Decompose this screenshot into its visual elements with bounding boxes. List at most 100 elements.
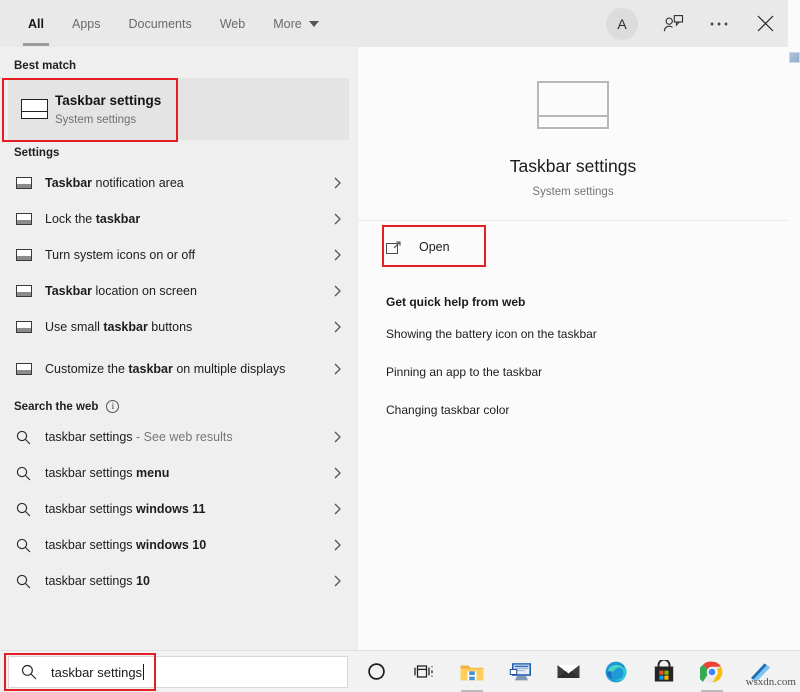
best-match-subtitle: System settings bbox=[55, 113, 161, 127]
list-item-label-bold: Taskbar bbox=[45, 176, 92, 190]
list-item-label: taskbar settings windows 10 bbox=[45, 537, 329, 554]
taskbar-icon bbox=[16, 363, 45, 375]
info-icon[interactable]: i bbox=[106, 400, 119, 413]
list-item-label-rest: Use small bbox=[45, 320, 103, 334]
chevron-right-icon[interactable] bbox=[329, 503, 345, 515]
chevron-right-icon[interactable] bbox=[329, 213, 345, 225]
list-item-label-rest: Customize the bbox=[45, 362, 128, 376]
open-button-label: Open bbox=[419, 240, 450, 254]
list-item[interactable]: Use small taskbar buttons bbox=[0, 309, 357, 345]
tab-apps-label: Apps bbox=[72, 17, 101, 31]
chevron-right-icon[interactable] bbox=[329, 467, 345, 479]
search-input[interactable]: taskbar settings bbox=[8, 656, 348, 688]
list-item-suffix-bold: windows 10 bbox=[136, 538, 206, 552]
preview-title: Taskbar settings bbox=[358, 155, 788, 177]
list-item-suffix: - See web results bbox=[133, 430, 233, 444]
quick-help-link[interactable]: Pinning an app to the taskbar bbox=[386, 364, 788, 380]
list-item-label-bold: Taskbar bbox=[45, 284, 92, 298]
info-icon-glyph: i bbox=[112, 402, 115, 411]
list-item-label-rest: location on screen bbox=[92, 284, 197, 298]
quick-help-link[interactable]: Changing taskbar color bbox=[386, 402, 788, 418]
list-item-label: taskbar settings - See web results bbox=[45, 429, 329, 446]
chevron-right-icon[interactable] bbox=[329, 321, 345, 333]
list-item-query: taskbar settings bbox=[45, 466, 136, 480]
list-item[interactable]: Taskbar location on screen bbox=[0, 273, 357, 309]
preview-actions: Open bbox=[358, 221, 788, 273]
list-item-label: Use small taskbar buttons bbox=[45, 319, 329, 336]
chevron-right-icon[interactable] bbox=[329, 285, 345, 297]
best-match-group-label: Best match bbox=[0, 53, 357, 78]
google-chrome-icon[interactable] bbox=[688, 651, 736, 692]
tab-web-label: Web bbox=[220, 17, 245, 31]
tab-web[interactable]: Web bbox=[206, 0, 259, 47]
taskbar-icon bbox=[16, 213, 45, 225]
microsoft-store-icon[interactable] bbox=[640, 651, 688, 692]
quick-help-link[interactable]: Showing the battery icon on the taskbar bbox=[386, 326, 788, 342]
list-item-label: Turn system icons on or off bbox=[45, 247, 329, 264]
best-match-item[interactable]: Taskbar settings System settings bbox=[8, 78, 349, 140]
list-item-label-bold: taskbar bbox=[96, 212, 140, 226]
tab-apps[interactable]: Apps bbox=[58, 0, 115, 47]
open-external-icon bbox=[386, 241, 401, 254]
avatar-initial: A bbox=[617, 16, 626, 32]
taskbar-icon bbox=[16, 249, 45, 261]
taskbar-icon bbox=[537, 81, 609, 129]
open-button[interactable]: Open bbox=[358, 230, 788, 264]
search-input-value: taskbar settings bbox=[51, 664, 144, 680]
text-cursor bbox=[143, 664, 144, 680]
search-flyout: All Apps Documents Web More A bbox=[0, 0, 788, 650]
list-item[interactable]: Turn system icons on or off bbox=[0, 237, 357, 273]
mail-icon[interactable] bbox=[544, 651, 592, 692]
tab-documents-label: Documents bbox=[128, 17, 191, 31]
taskbar: taskbar settings bbox=[0, 650, 800, 692]
tab-documents[interactable]: Documents bbox=[114, 0, 205, 47]
list-item-label: Taskbar location on screen bbox=[45, 283, 329, 300]
list-item-label-rest: Lock the bbox=[45, 212, 96, 226]
tab-all-label: All bbox=[28, 17, 44, 31]
ellipsis-icon[interactable] bbox=[696, 0, 742, 47]
list-item[interactable]: taskbar settings 10 bbox=[0, 563, 357, 599]
task-view-icon[interactable] bbox=[400, 651, 448, 692]
list-item-label-bold: taskbar bbox=[128, 362, 172, 376]
chevron-right-icon[interactable] bbox=[329, 363, 345, 375]
tab-more[interactable]: More bbox=[259, 0, 332, 47]
desktop-background bbox=[788, 0, 800, 650]
list-item[interactable]: taskbar settings - See web results bbox=[0, 419, 357, 455]
list-item-label-rest2: buttons bbox=[148, 320, 192, 334]
chevron-right-icon[interactable] bbox=[329, 177, 345, 189]
avatar[interactable]: A bbox=[606, 8, 638, 40]
list-item[interactable]: taskbar settings windows 10 bbox=[0, 527, 357, 563]
list-item-label: taskbar settings windows 11 bbox=[45, 501, 329, 518]
best-match-wrapper: Taskbar settings System settings bbox=[0, 78, 357, 140]
search-icon bbox=[16, 538, 45, 553]
microsoft-edge-icon[interactable] bbox=[592, 651, 640, 692]
search-icon bbox=[16, 430, 45, 445]
cortana-icon[interactable] bbox=[352, 651, 400, 692]
desktop-shortcut-icon[interactable] bbox=[789, 52, 800, 78]
list-item[interactable]: Customize the taskbar on multiple displa… bbox=[0, 345, 357, 393]
search-body: Best match Taskbar settings System setti… bbox=[0, 47, 788, 650]
preview-pane: Taskbar settings System settings Open bbox=[357, 47, 788, 650]
list-item-label: Lock the taskbar bbox=[45, 211, 329, 228]
remote-desktop-icon[interactable] bbox=[496, 651, 544, 692]
chevron-right-icon[interactable] bbox=[329, 431, 345, 443]
list-item[interactable]: taskbar settings menu bbox=[0, 455, 357, 491]
taskbar-icons bbox=[352, 651, 784, 692]
list-item-query: taskbar settings bbox=[45, 430, 133, 444]
taskbar-icon bbox=[16, 177, 45, 189]
chevron-right-icon[interactable] bbox=[329, 539, 345, 551]
header-actions: A bbox=[606, 0, 788, 47]
close-icon[interactable] bbox=[742, 0, 788, 47]
desktop-shortcut-image bbox=[789, 52, 800, 63]
list-item[interactable]: taskbar settings windows 11 bbox=[0, 491, 357, 527]
tab-all[interactable]: All bbox=[14, 0, 58, 47]
watermark: wsxdn.com bbox=[746, 676, 796, 688]
search-icon bbox=[16, 466, 45, 481]
best-match-title: Taskbar settings bbox=[55, 92, 161, 109]
file-explorer-icon[interactable] bbox=[448, 651, 496, 692]
chevron-right-icon[interactable] bbox=[329, 575, 345, 587]
chevron-right-icon[interactable] bbox=[329, 249, 345, 261]
list-item[interactable]: Lock the taskbar bbox=[0, 201, 357, 237]
feedback-person-icon[interactable] bbox=[650, 0, 696, 47]
list-item[interactable]: Taskbar notification area bbox=[0, 165, 357, 201]
